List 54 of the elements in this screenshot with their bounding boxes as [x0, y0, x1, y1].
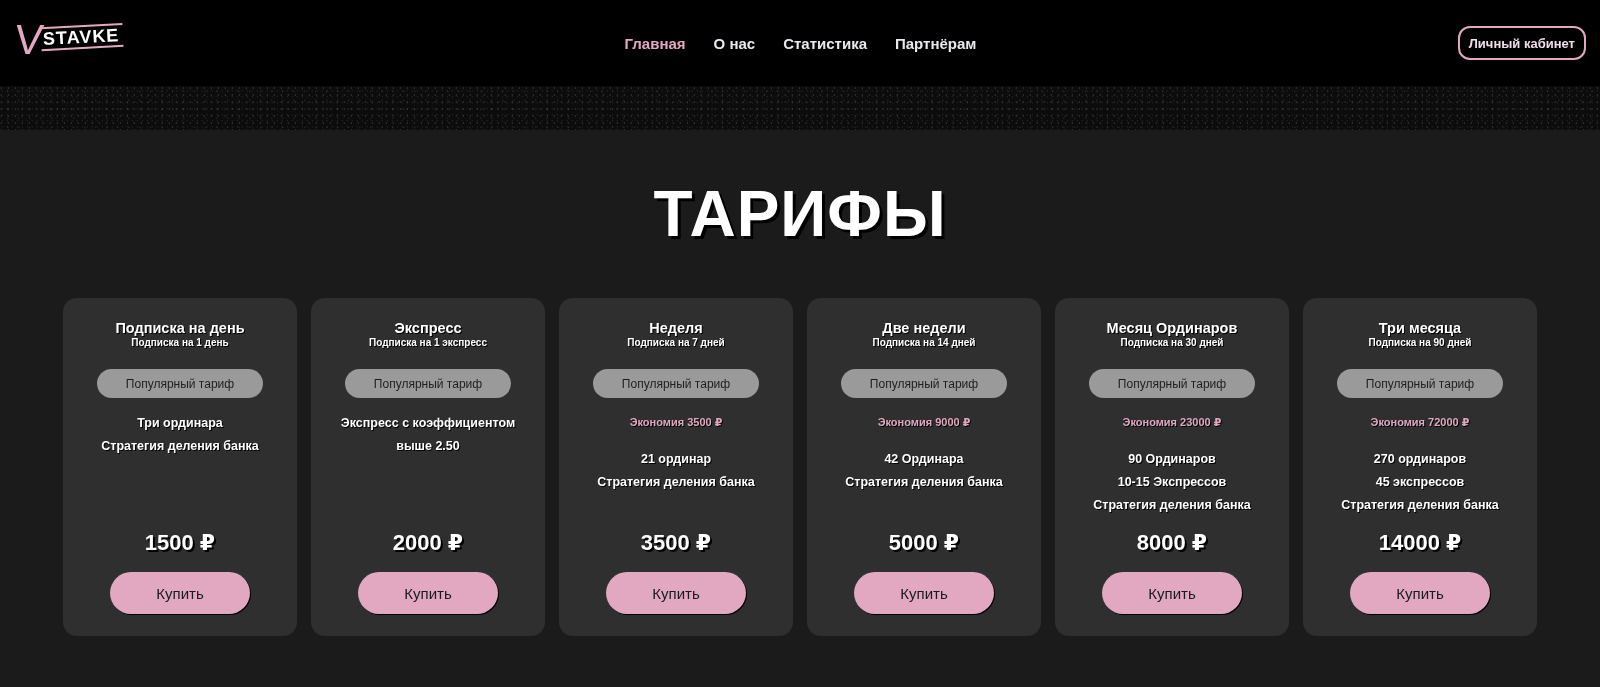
plan-feature: Стратегия деления банка — [845, 474, 1003, 491]
nav-link[interactable]: Партнёрам — [895, 34, 977, 52]
section-heading: ТАРИФЫ — [653, 182, 947, 246]
savings-text: Экономия 9000 ₽ — [877, 415, 971, 430]
plan-price: 1500 ₽ — [144, 529, 216, 557]
plan-feature: Экспресс с коэффициентом выше 2.50 — [339, 415, 517, 455]
plan-title: Три месяца — [1378, 320, 1462, 336]
buy-button[interactable]: Купить — [854, 572, 994, 614]
plan-title: Две недели — [882, 320, 966, 336]
nav-link[interactable]: О нас — [713, 34, 756, 52]
plan-subtitle: Подписка на 14 дней — [872, 336, 976, 349]
plan-feature: 45 экспрессов — [1375, 474, 1465, 491]
plan-title: Неделя — [649, 320, 703, 336]
plan-subtitle: Подписка на 30 дней — [1120, 336, 1224, 349]
nav-link[interactable]: Статистика — [783, 34, 867, 52]
buy-button[interactable]: Купить — [110, 572, 250, 614]
logo[interactable]: VSTAVKE — [15, 20, 124, 60]
buy-button[interactable]: Купить — [1102, 572, 1242, 614]
savings-text: Экономия 23000 ₽ — [1122, 415, 1222, 430]
savings-text: Экономия 3500 ₽ — [629, 415, 723, 430]
plan-feature: 270 ординаров — [1373, 451, 1467, 468]
plan-subtitle: Подписка на 1 день — [131, 336, 229, 349]
popular-badge: Популярный тариф — [1089, 369, 1255, 398]
plan-subtitle: Подписка на 1 экспресс — [369, 336, 487, 349]
buy-button[interactable]: Купить — [358, 572, 498, 614]
plan-title: Месяц Ординаров — [1106, 320, 1238, 336]
plan-feature: Стратегия деления банка — [597, 474, 755, 491]
plan-feature: 42 Ординара — [884, 451, 964, 468]
account-button[interactable]: Личный кабинет — [1457, 26, 1586, 60]
plan-price: 3500 ₽ — [640, 529, 712, 557]
plan-feature: 21 ординар — [640, 451, 712, 468]
plan-price: 14000 ₽ — [1378, 529, 1462, 557]
buy-button[interactable]: Купить — [1350, 572, 1490, 614]
plan-price: 8000 ₽ — [1136, 529, 1208, 557]
popular-badge: Популярный тариф — [841, 369, 1007, 398]
plan-feature: Стратегия деления банка — [1093, 497, 1251, 514]
popular-badge: Популярный тариф — [593, 369, 759, 398]
plan-feature: 90 Ординаров — [1128, 451, 1216, 468]
plan-feature: Три ординара — [137, 415, 223, 432]
popular-badge: Популярный тариф — [1337, 369, 1503, 398]
plan-title: Подписка на день — [115, 320, 245, 336]
savings-text: Экономия 72000 ₽ — [1370, 415, 1470, 430]
plan-price: 2000 ₽ — [392, 529, 464, 557]
plan-feature: Стратегия деления банка — [101, 438, 259, 455]
plan-subtitle: Подписка на 7 дней — [627, 336, 725, 349]
plan-price: 5000 ₽ — [888, 529, 960, 557]
plan-feature: Стратегия деления банка — [1341, 497, 1499, 514]
plan-feature: 10-15 Экспрессов — [1117, 474, 1227, 491]
buy-button[interactable]: Купить — [606, 572, 746, 614]
popular-badge: Популярный тариф — [345, 369, 511, 398]
plan-title: Экспресс — [394, 320, 462, 336]
nav-link[interactable]: Главная — [624, 34, 686, 52]
plan-subtitle: Подписка на 90 дней — [1368, 336, 1472, 349]
popular-badge: Популярный тариф — [97, 369, 263, 398]
